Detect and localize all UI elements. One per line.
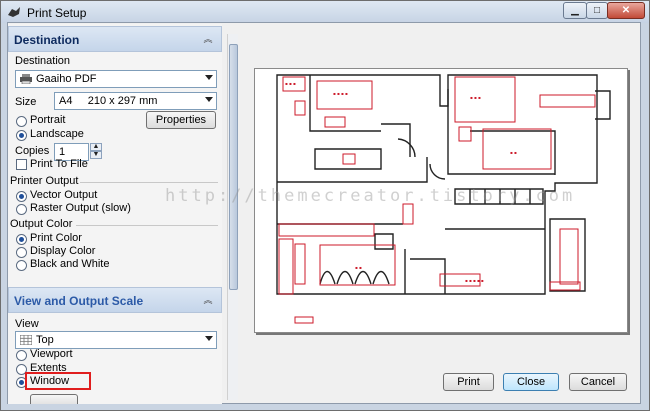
- destination-label: Destination: [15, 55, 71, 67]
- destination-section-header[interactable]: Destination ︽: [8, 26, 222, 52]
- printer-dropdown[interactable]: Gaaiho PDF: [15, 70, 217, 88]
- size-label: Size: [15, 96, 37, 108]
- output-color-label: Output Color: [10, 218, 73, 230]
- cancel-button[interactable]: Cancel: [569, 373, 627, 391]
- view-dropdown[interactable]: Top: [15, 331, 217, 349]
- window-set-button[interactable]: [30, 394, 78, 404]
- settings-panel: Destination ︽ Destination Gaaiho PDF Siz…: [8, 24, 222, 404]
- view-output-scale-title: View and Output Scale: [14, 294, 144, 308]
- print-color-radio[interactable]: [16, 234, 27, 245]
- print-button[interactable]: Print: [443, 373, 494, 391]
- properties-button[interactable]: Properties: [146, 111, 216, 129]
- viewport-label: Viewport: [30, 348, 73, 360]
- window-title: Print Setup: [27, 6, 87, 20]
- raster-output-label: Raster Output (slow): [30, 202, 131, 214]
- copies-label: Copies: [15, 145, 50, 157]
- plan-label: ▪ ▪ ▪: [285, 81, 296, 86]
- plan-label: ▪ ▪ ▪ ▪: [333, 91, 348, 96]
- plan-label: ▪ ▪: [510, 150, 517, 155]
- scrollbar-thumb[interactable]: [229, 44, 238, 290]
- dropdown-arrow-icon: [205, 336, 213, 341]
- portrait-radio[interactable]: [16, 116, 27, 127]
- close-button[interactable]: Close: [503, 373, 559, 391]
- minimize-button[interactable]: ▁: [563, 2, 587, 19]
- window-option-highlight: [25, 372, 91, 390]
- copies-down-icon[interactable]: ▼: [90, 151, 102, 159]
- raster-output-radio[interactable]: [16, 204, 27, 215]
- watermark-text: http://themecreator.tistory.com: [165, 186, 576, 206]
- view-label: View: [15, 318, 39, 330]
- display-color-label: Display Color: [30, 245, 96, 257]
- black-white-radio[interactable]: [16, 260, 27, 271]
- black-white-label: Black and White: [30, 258, 110, 270]
- collapse-chevron-icon[interactable]: ︽: [201, 293, 215, 307]
- print-to-file-checkbox[interactable]: [16, 159, 27, 170]
- settings-scrollbar[interactable]: [227, 34, 238, 400]
- printer-output-label: Printer Output: [10, 175, 79, 187]
- close-window-button[interactable]: ✕: [607, 2, 645, 19]
- destination-section-title: Destination: [14, 33, 80, 47]
- title-bar: Print Setup ▁ □ ✕: [1, 1, 649, 23]
- viewport-radio[interactable]: [16, 350, 27, 361]
- divider: [76, 225, 218, 226]
- print-color-label: Print Color: [30, 232, 82, 244]
- vector-output-radio[interactable]: [16, 191, 27, 202]
- paper-size-value: A4 210 x 297 mm: [59, 95, 158, 107]
- copies-value: 1: [59, 146, 66, 158]
- maximize-button[interactable]: □: [586, 2, 608, 19]
- dropdown-arrow-icon: [205, 75, 213, 80]
- copies-up-icon[interactable]: ▲: [90, 143, 102, 151]
- vector-output-label: Vector Output: [30, 189, 98, 201]
- landscape-label: Landscape: [30, 128, 84, 140]
- view-value: Top: [36, 334, 54, 346]
- printer-value: Gaaiho PDF: [36, 73, 97, 85]
- view-output-scale-section-header[interactable]: View and Output Scale ︽: [8, 287, 222, 313]
- plan-label: ▪ ▪ ▪: [470, 95, 481, 100]
- printer-icon: [20, 74, 32, 84]
- portrait-label: Portrait: [30, 114, 66, 126]
- landscape-radio[interactable]: [16, 130, 27, 141]
- paper-size-dropdown[interactable]: A4 210 x 297 mm: [54, 92, 217, 110]
- display-color-radio[interactable]: [16, 247, 27, 258]
- rhino-app-icon: [8, 7, 20, 17]
- plan-label: ▪ ▪ ▪ ▪ ▪: [465, 278, 484, 283]
- plan-label: ▪ ▪: [355, 265, 362, 270]
- collapse-chevron-icon[interactable]: ︽: [201, 32, 215, 46]
- dropdown-arrow-icon: [205, 97, 213, 102]
- divider: [80, 182, 218, 183]
- viewport-grid-icon: [20, 335, 32, 345]
- print-to-file-label: Print To File: [30, 158, 88, 170]
